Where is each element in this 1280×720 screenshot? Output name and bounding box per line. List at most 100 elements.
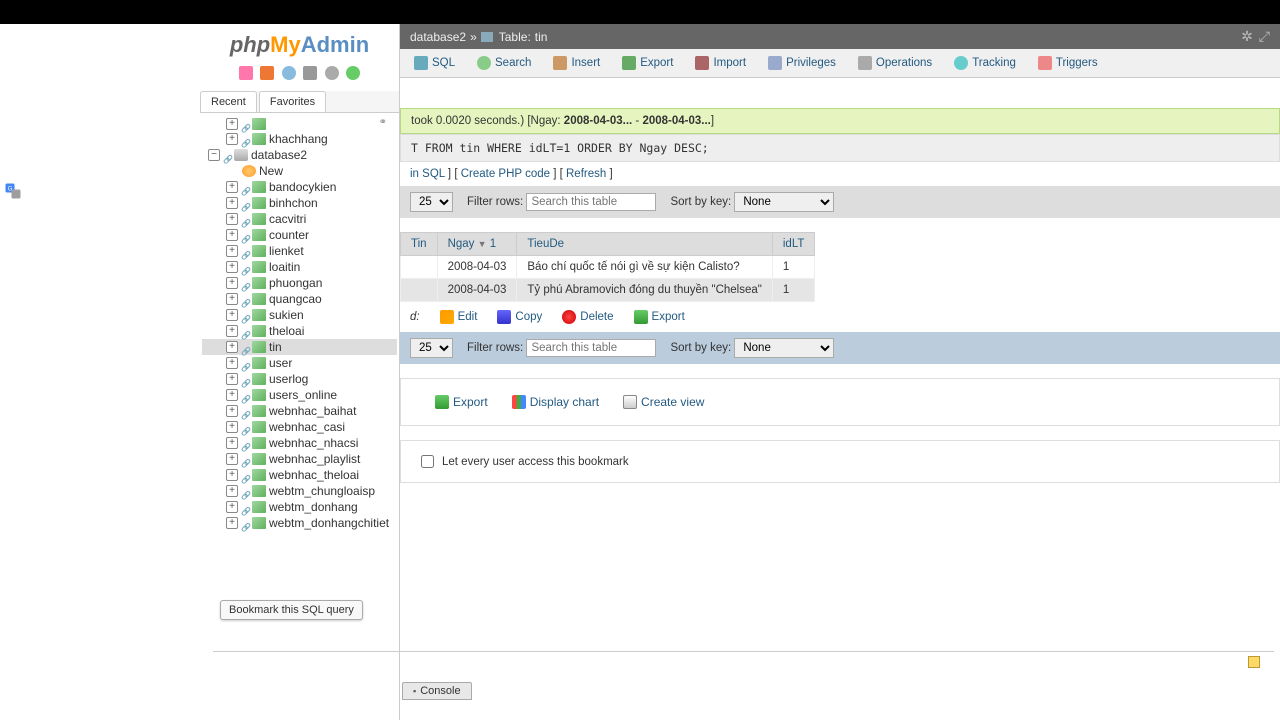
nav-privileges[interactable]: Privileges xyxy=(762,53,842,73)
table-row[interactable]: 2008-04-03Báo chí quốc tế nói gì về sự k… xyxy=(401,256,815,279)
tree-scroll[interactable]: ⚭ khachhang database2 xyxy=(200,113,399,720)
expand-icon[interactable] xyxy=(226,133,238,145)
expand-icon[interactable] xyxy=(226,357,238,369)
expand-icon[interactable] xyxy=(226,405,238,417)
edit-inline-link[interactable]: in SQL xyxy=(410,168,445,180)
db-node-database2[interactable]: database2 xyxy=(202,147,397,163)
th-tieude[interactable]: TieuDe xyxy=(517,233,772,256)
expand-icon[interactable] xyxy=(226,373,238,385)
bookmark-checkbox[interactable] xyxy=(421,455,434,468)
ops-export[interactable]: Export xyxy=(435,395,488,409)
expand-icon[interactable] xyxy=(226,181,238,193)
color-square-icon[interactable] xyxy=(1248,656,1260,668)
expand-icon[interactable] xyxy=(226,325,238,337)
nav-triggers[interactable]: Triggers xyxy=(1032,53,1104,73)
ops-chart[interactable]: Display chart xyxy=(512,395,599,409)
nav-sql[interactable]: SQL xyxy=(408,53,461,73)
table-node-webnhac_nhacsi[interactable]: webnhac_nhacsi xyxy=(202,435,397,451)
table-node-quangcao[interactable]: quangcao xyxy=(202,291,397,307)
table-node-users_online[interactable]: users_online xyxy=(202,387,397,403)
tab-recent[interactable]: Recent xyxy=(200,91,257,112)
th-ngay[interactable]: Ngay ▼ 1 xyxy=(437,233,517,256)
table-node-webnhac_playlist[interactable]: webnhac_playlist xyxy=(202,451,397,467)
collapse-icon[interactable] xyxy=(208,149,220,161)
table-node-webnhac_baihat[interactable]: webnhac_baihat xyxy=(202,403,397,419)
expand-icon[interactable] xyxy=(226,437,238,449)
expand-icon[interactable] xyxy=(226,485,238,497)
expand-icon[interactable] xyxy=(226,118,238,130)
table-node-webtm_donhangchitiet[interactable]: webtm_donhangchitiet xyxy=(202,515,397,531)
table-node-lienket[interactable]: lienket xyxy=(202,243,397,259)
table-node-user[interactable]: user xyxy=(202,355,397,371)
nav-tracking[interactable]: Tracking xyxy=(948,53,1022,73)
expand-icon[interactable] xyxy=(226,277,238,289)
expand-icon[interactable] xyxy=(226,229,238,241)
home-icon[interactable] xyxy=(239,66,253,80)
nav-export[interactable]: Export xyxy=(616,53,679,73)
rows-select[interactable]: 25 xyxy=(410,192,453,212)
delete-action[interactable]: Delete xyxy=(562,310,613,324)
filter-input-bottom[interactable] xyxy=(526,339,656,357)
table-node-khachhang[interactable]: khachhang xyxy=(202,131,397,147)
console-tab[interactable]: Console xyxy=(402,682,472,700)
copy-action[interactable]: Copy xyxy=(497,310,542,324)
bc-table[interactable]: tin xyxy=(535,30,548,44)
expand-icon[interactable] xyxy=(226,293,238,305)
table-node-webnhac_casi[interactable]: webnhac_casi xyxy=(202,419,397,435)
expand-icon[interactable] xyxy=(226,453,238,465)
expand-icon[interactable] xyxy=(226,309,238,321)
table-node-sukien[interactable]: sukien xyxy=(202,307,397,323)
new-node[interactable]: New xyxy=(202,163,397,179)
logout-icon[interactable] xyxy=(260,66,274,80)
table-node-bandocykien[interactable]: bandocykien xyxy=(202,179,397,195)
sort-select[interactable]: None xyxy=(734,192,834,212)
docs-icon[interactable] xyxy=(282,66,296,80)
th-idlt[interactable]: idLT xyxy=(772,233,815,256)
tab-favorites[interactable]: Favorites xyxy=(259,91,326,112)
page-settings-icon[interactable]: ✲ xyxy=(1241,28,1253,45)
expand-icon[interactable] xyxy=(226,517,238,529)
settings-icon[interactable] xyxy=(303,66,317,80)
th-tin[interactable]: Tin xyxy=(401,233,438,256)
export-action[interactable]: Export xyxy=(634,310,685,324)
collapse-link-icon[interactable]: ⚭ xyxy=(379,117,387,128)
bc-db[interactable]: database2 xyxy=(410,30,466,44)
table-node-binhchon[interactable]: binhchon xyxy=(202,195,397,211)
expand-icon[interactable] xyxy=(226,389,238,401)
expand-icon[interactable] xyxy=(226,197,238,209)
table-node-webnhac_theloai[interactable]: webnhac_theloai xyxy=(202,467,397,483)
expand-icon[interactable] xyxy=(226,245,238,257)
expand-icon[interactable] xyxy=(226,501,238,513)
table-node-webtm_chungloaisp[interactable]: webtm_chungloaisp xyxy=(202,483,397,499)
expand-icon[interactable] xyxy=(226,213,238,225)
translate-icon[interactable]: G xyxy=(4,182,22,200)
table-node-tin[interactable]: tin xyxy=(202,339,397,355)
reload-icon[interactable] xyxy=(346,66,360,80)
expand-icon[interactable] xyxy=(226,261,238,273)
table-node[interactable] xyxy=(202,117,397,131)
edit-action[interactable]: Edit xyxy=(440,310,478,324)
expand-icon[interactable] xyxy=(226,421,238,433)
logo[interactable]: phpMyAdmin xyxy=(200,24,399,62)
gear-icon[interactable] xyxy=(325,66,339,80)
nav-operations[interactable]: Operations xyxy=(852,53,938,73)
table-node-theloai[interactable]: theloai xyxy=(202,323,397,339)
table-node-userlog[interactable]: userlog xyxy=(202,371,397,387)
nav-import[interactable]: Import xyxy=(689,53,752,73)
nav-search[interactable]: Search xyxy=(471,53,537,73)
expand-icon[interactable] xyxy=(226,341,238,353)
refresh-link[interactable]: Refresh xyxy=(566,168,606,180)
ops-view[interactable]: Create view xyxy=(623,395,704,409)
table-node-webtm_donhang[interactable]: webtm_donhang xyxy=(202,499,397,515)
rows-select-bottom[interactable]: 25 xyxy=(410,338,453,358)
expand-icon[interactable] xyxy=(226,469,238,481)
table-node-phuongan[interactable]: phuongan xyxy=(202,275,397,291)
table-node-counter[interactable]: counter xyxy=(202,227,397,243)
table-row[interactable]: 2008-04-03Tỷ phú Abramovich đóng du thuy… xyxy=(401,279,815,302)
sort-select-bottom[interactable]: None xyxy=(734,338,834,358)
nav-insert[interactable]: Insert xyxy=(547,53,606,73)
table-node-cacvitri[interactable]: cacvitri xyxy=(202,211,397,227)
page-collapse-icon[interactable]: ⤢ xyxy=(1259,28,1270,45)
create-php-link[interactable]: Create PHP code xyxy=(461,168,550,180)
table-node-loaitin[interactable]: loaitin xyxy=(202,259,397,275)
